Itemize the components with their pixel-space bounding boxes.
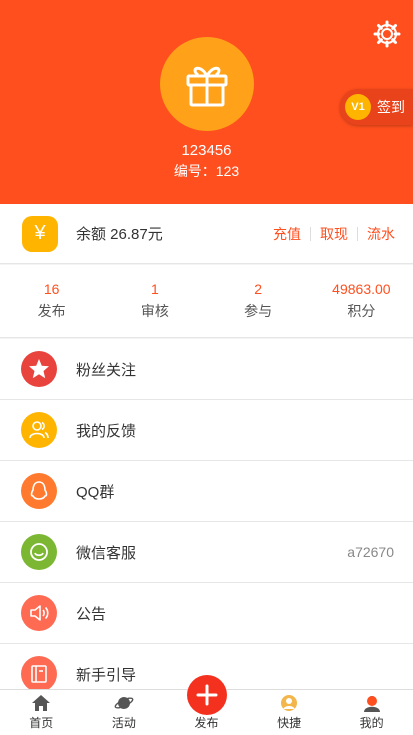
users-icon (21, 412, 57, 448)
stat-label: 发布 (37, 303, 66, 319)
stat-value: 1 (150, 281, 159, 297)
avatar-icon (281, 695, 298, 711)
menu-label: QQ群 (76, 483, 115, 501)
recharge-link[interactable]: 充值 (264, 224, 310, 244)
home-icon (32, 695, 51, 711)
menu-item-followers[interactable]: 粉丝关注 (0, 339, 413, 400)
menu-label: 微信客服 (76, 544, 137, 562)
book-icon (21, 656, 57, 692)
stat-published[interactable]: 16 发布 (0, 265, 103, 337)
notification-dot (367, 696, 377, 706)
stat-points[interactable]: 49863.00 积分 (310, 265, 413, 337)
tab-label: 活动 (111, 716, 136, 730)
withdraw-link[interactable]: 取现 (311, 224, 357, 244)
menu-list: 粉丝关注 我的反馈 QQ群 微信客服 a72670 公告 新手引导 (0, 339, 413, 705)
stat-value: 49863.00 (332, 281, 391, 297)
menu-label: 我的反馈 (76, 422, 137, 440)
gear-icon[interactable] (373, 20, 401, 48)
transactions-link[interactable]: 流水 (358, 224, 404, 244)
tab-label: 快捷 (277, 716, 302, 730)
menu-label: 公告 (76, 605, 107, 623)
gift-icon (186, 66, 228, 107)
menu-item-announcement[interactable]: 公告 (0, 583, 413, 644)
tab-activity[interactable]: 活动 (83, 690, 166, 735)
balance-label: 余额 26.87元 (76, 226, 163, 243)
stats-row: 16 发布 1 审核 2 参与 49863.00 积分 (0, 265, 413, 338)
username: 123456 (181, 142, 232, 159)
stat-label: 审核 (140, 303, 169, 319)
tab-label: 我的 (359, 716, 384, 730)
plus-icon (196, 684, 218, 706)
stat-label: 积分 (347, 303, 376, 319)
tab-shortcut[interactable]: 快捷 (248, 690, 331, 735)
sign-in-button[interactable]: V1 签到 (340, 89, 413, 125)
planet-icon (114, 697, 134, 709)
menu-item-feedback[interactable]: 我的反馈 (0, 400, 413, 461)
star-icon (21, 351, 57, 387)
menu-label: 新手引导 (76, 666, 137, 684)
tab-label: 发布 (194, 716, 219, 730)
menu-item-wechat-service[interactable]: 微信客服 a72670 (0, 522, 413, 583)
qq-icon (21, 473, 57, 509)
tab-label: 首页 (29, 716, 54, 730)
avatar[interactable] (160, 37, 254, 131)
stat-joined[interactable]: 2 参与 (207, 265, 310, 337)
balance-row: ¥ 余额 26.87元 充值 取现 流水 (0, 204, 413, 264)
stat-label: 参与 (244, 303, 273, 319)
sign-in-label: 签到 (377, 99, 405, 115)
stat-value: 16 (43, 281, 60, 297)
level-badge: V1 (345, 94, 371, 120)
publish-button[interactable] (187, 675, 227, 715)
wechat-icon (21, 534, 57, 570)
stat-review[interactable]: 1 审核 (103, 265, 206, 337)
yen-icon: ¥ (22, 215, 58, 252)
profile-header: 123456 编号：123 V1 签到 (0, 0, 413, 204)
stat-value: 2 (254, 281, 263, 297)
menu-item-qq-group[interactable]: QQ群 (0, 461, 413, 522)
balance-actions: 充值 取现 流水 (264, 224, 404, 244)
tab-home[interactable]: 首页 (0, 690, 83, 735)
user-number: 编号：123 (173, 163, 240, 179)
wechat-id: a72670 (347, 544, 394, 560)
menu-label: 粉丝关注 (76, 361, 137, 379)
speaker-icon (21, 595, 57, 631)
